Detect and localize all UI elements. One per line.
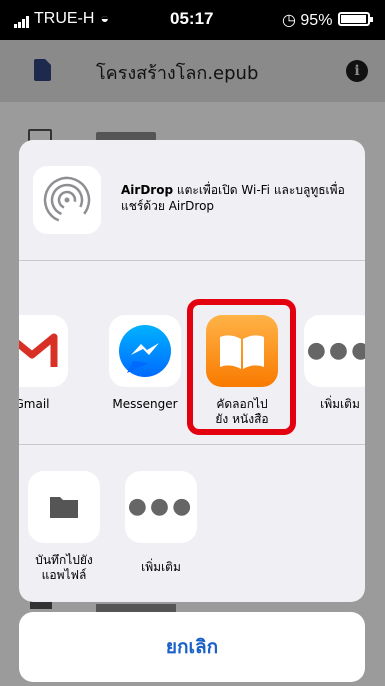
share-app-more[interactable]: ●●● เพิ่มเติม xyxy=(295,315,365,412)
airdrop-description: AirDrop แตะเพื่อเปิด Wi-Fi และบลูทูธเพื่… xyxy=(121,182,351,214)
signal-bars-icon xyxy=(14,10,30,28)
document-title: โครงสร้างโลก.epub xyxy=(96,63,259,84)
app-header: โครงสร้างโลก.epub i xyxy=(0,40,385,102)
more-icon: ●●● xyxy=(125,471,197,543)
action-label: บันทึกไปยัง แอพไฟล์ xyxy=(35,553,93,582)
gmail-icon xyxy=(19,315,68,387)
obscured-text xyxy=(96,604,176,612)
share-app-messenger[interactable]: Messenger xyxy=(100,315,190,412)
carrier-indicator: TRUE-H ◒ xyxy=(14,10,109,28)
wifi-icon: ◒ xyxy=(100,10,109,27)
share-sheet: AirDrop แตะเพื่อเปิด Wi-Fi และบลูทูธเพื่… xyxy=(19,140,365,602)
action-more[interactable]: ●●● เพิ่มเติม xyxy=(116,471,206,575)
clock: 05:17 xyxy=(170,9,214,28)
carrier-name: TRUE-H xyxy=(34,10,95,28)
info-icon[interactable]: i xyxy=(346,60,368,82)
battery-icon xyxy=(338,12,373,26)
files-folder-icon xyxy=(28,471,100,543)
cancel-button[interactable]: ยกเลิก xyxy=(19,612,365,682)
action-save-to-files[interactable]: บันทึกไปยัง แอพไฟล์ xyxy=(19,471,109,583)
action-label: เพิ่มเติม xyxy=(141,560,181,574)
highlight-box xyxy=(187,299,296,435)
battery-percentage: ◷ 95% xyxy=(282,12,333,29)
airdrop-icon xyxy=(33,166,101,234)
battery-fill xyxy=(341,15,366,23)
actions-row: บันทึกไปยัง แอพไฟล์ ●●● เพิ่มเติม xyxy=(19,445,365,602)
share-app-label: Messenger xyxy=(112,397,178,411)
airdrop-title: AirDrop xyxy=(121,183,174,197)
share-app-gmail[interactable]: Gmail xyxy=(19,315,77,412)
messenger-icon xyxy=(109,315,181,387)
more-icon: ●●● xyxy=(304,315,365,387)
document-icon xyxy=(34,59,51,81)
status-bar: TRUE-H ◒ 05:17 ◷ 95% xyxy=(0,0,385,40)
share-app-label: Gmail xyxy=(19,397,50,411)
airdrop-section[interactable]: AirDrop แตะเพื่อเปิด Wi-Fi และบลูทูธเพื่… xyxy=(19,140,365,261)
share-app-label: เพิ่มเติม xyxy=(320,397,360,411)
